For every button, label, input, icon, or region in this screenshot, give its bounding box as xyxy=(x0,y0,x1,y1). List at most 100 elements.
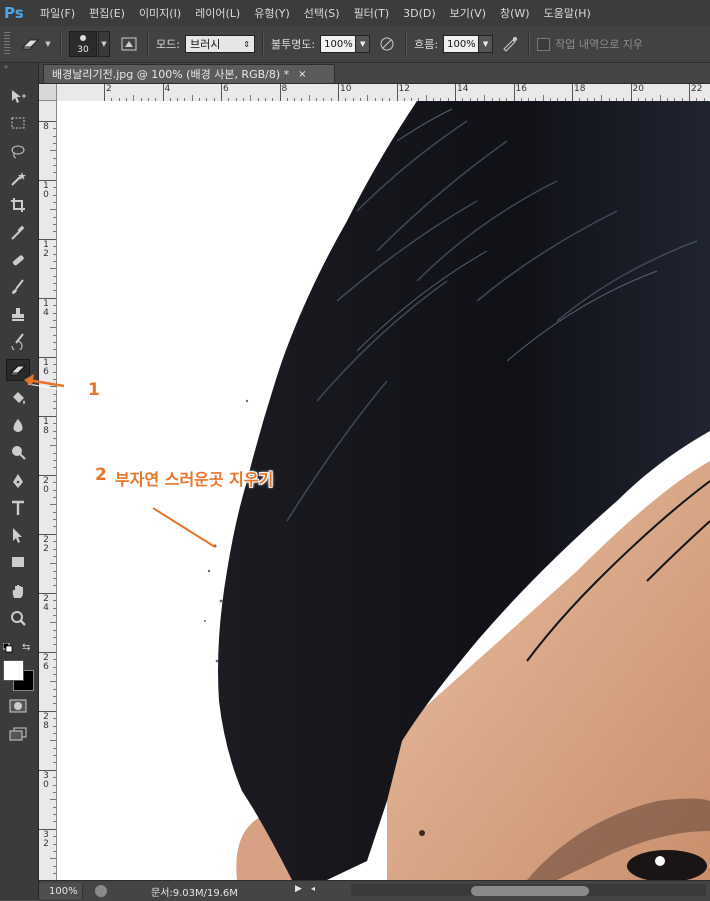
move-icon[interactable] xyxy=(6,85,30,107)
ruler-v-label: 28 xyxy=(43,712,49,731)
annotation-label-2-number: 2 xyxy=(95,465,107,485)
menu-help[interactable]: 도움말(H) xyxy=(544,5,591,21)
menu-view[interactable]: 보기(V) xyxy=(450,5,486,21)
document-tab[interactable]: 배경날리기전.jpg @ 100% (배경 사본, RGB/8) * × xyxy=(43,64,335,83)
ruler-v-label: 24 xyxy=(43,594,49,613)
menu-type[interactable]: 유형(Y) xyxy=(254,5,290,21)
horizontal-ruler[interactable]: 2 4 6 8 10 12 14 16 18 20 22 xyxy=(57,84,710,102)
default-colors-icon[interactable] xyxy=(2,642,13,653)
ruler-h-label: 20 xyxy=(632,84,644,94)
document-canvas[interactable]: 2 부자연 스러운곳 지우기 xyxy=(57,101,710,880)
scroll-left-icon[interactable]: ◂ xyxy=(311,884,315,893)
ruler-v-label: 10 xyxy=(43,181,49,200)
opacity-label: 불투명도: xyxy=(270,38,316,51)
ruler-h-tick xyxy=(630,84,632,101)
document-tab-bar: 배경날리기전.jpg @ 100% (배경 사본, RGB/8) * × xyxy=(39,63,710,84)
ruler-h-tick xyxy=(396,84,398,101)
menu-edit[interactable]: 편집(E) xyxy=(89,5,125,21)
document-size-info: 문서:9.03M/19.6M xyxy=(151,887,238,899)
ruler-h-label: 6 xyxy=(223,84,229,94)
menu-bar: Ps 파일(F) 편집(E) 이미지(I) 레이어(L) 유형(Y) 선택(S)… xyxy=(0,0,710,26)
horizontal-scrollbar[interactable] xyxy=(351,884,706,896)
airbrush-icon[interactable] xyxy=(499,33,521,55)
ruler-h-tick xyxy=(513,84,515,101)
flow-slider-button[interactable]: ▼ xyxy=(479,35,494,53)
pen-icon[interactable] xyxy=(6,470,30,492)
history-brush-icon[interactable] xyxy=(6,330,30,352)
status-info-icon[interactable] xyxy=(95,885,107,897)
magic-wand-icon[interactable] xyxy=(6,167,30,189)
rectangle-icon[interactable] xyxy=(6,551,30,573)
photoshop-logo: Ps xyxy=(4,4,24,22)
annotation-arrow-1 xyxy=(24,374,65,391)
ruler-h-label: 2 xyxy=(106,84,112,94)
brush-icon[interactable] xyxy=(6,276,30,298)
menu-file[interactable]: 파일(F) xyxy=(40,5,75,21)
toolbox: » ⇆ xyxy=(0,63,39,900)
ruler-v-label: 20 xyxy=(43,476,49,495)
flow-field[interactable]: 100% xyxy=(443,35,480,53)
zoom-level-field[interactable]: 100% xyxy=(39,883,83,899)
ruler-h-tick xyxy=(338,84,339,101)
chevron-updown-icon: ⇕ xyxy=(243,39,250,49)
ruler-v-label: 8 xyxy=(43,122,49,132)
zoom-icon[interactable] xyxy=(6,607,30,629)
crop-icon[interactable] xyxy=(6,194,30,216)
marquee-icon[interactable] xyxy=(6,112,30,134)
ruler-h-tick xyxy=(221,84,222,101)
menu-window[interactable]: 창(W) xyxy=(500,5,530,21)
brush-size-value: 30 xyxy=(77,45,89,55)
brush-panel-icon[interactable] xyxy=(118,33,140,55)
ruler-h-label: 22 xyxy=(691,84,703,94)
clone-stamp-icon[interactable] xyxy=(6,303,30,325)
menu-layer[interactable]: 레이어(L) xyxy=(195,5,240,21)
menu-3d[interactable]: 3D(D) xyxy=(403,7,436,20)
document-tab-title: 배경날리기전.jpg @ 100% (배경 사본, RGB/8) * xyxy=(52,68,290,81)
vertical-ruler[interactable]: 8101214161820222426283032 xyxy=(39,101,57,882)
menu-image[interactable]: 이미지(I) xyxy=(139,5,181,21)
mode-label: 모드: xyxy=(156,38,180,51)
ruler-v-label: 30 xyxy=(43,771,49,790)
options-bar: ▼ 30 ▼ 모드: 브러시 ⇕ 불투명도: 100% ▼ 흐름: 100% ▼… xyxy=(0,26,710,63)
opacity-slider-button[interactable]: ▼ xyxy=(356,35,371,53)
ruler-v-label: 32 xyxy=(43,830,49,849)
quick-mask-icon[interactable] xyxy=(9,698,27,717)
healing-brush-icon[interactable] xyxy=(6,249,30,271)
foreground-color-swatch[interactable] xyxy=(3,660,24,681)
brush-picker-arrow[interactable]: ▼ xyxy=(98,31,110,57)
menu-filter[interactable]: 필터(T) xyxy=(354,5,390,21)
pressure-opacity-icon[interactable] xyxy=(376,33,398,55)
ruler-h-label: 12 xyxy=(398,84,410,94)
horizontal-scroll-thumb[interactable] xyxy=(471,886,589,896)
ruler-h-tick xyxy=(572,84,573,101)
ruler-h-label: 8 xyxy=(281,84,288,94)
ruler-v-label: 12 xyxy=(43,240,49,259)
brush-size-preview[interactable]: 30 xyxy=(69,31,97,57)
path-selection-icon[interactable] xyxy=(6,524,30,546)
ruler-h-label: 14 xyxy=(457,84,469,94)
mode-dropdown[interactable]: 브러시 ⇕ xyxy=(184,35,255,53)
ruler-h-label: 4 xyxy=(164,84,171,94)
screen-mode-icon[interactable] xyxy=(9,726,27,745)
ruler-h-tick xyxy=(689,84,690,101)
lasso-icon[interactable] xyxy=(6,140,30,162)
toolbox-collapse-icon[interactable]: » xyxy=(0,63,38,73)
opacity-field[interactable]: 100% xyxy=(320,35,357,53)
hand-icon[interactable] xyxy=(6,580,30,602)
preset-picker-arrow[interactable]: ▼ xyxy=(43,32,53,56)
eraser-preset-icon[interactable] xyxy=(20,33,42,55)
erase-history-checkbox[interactable] xyxy=(537,37,551,51)
type-icon[interactable] xyxy=(6,497,30,519)
status-menu-arrow-icon[interactable]: ▶ xyxy=(295,884,302,894)
blur-icon[interactable] xyxy=(6,414,30,436)
ruler-origin[interactable] xyxy=(39,84,57,101)
ruler-h-label: 16 xyxy=(515,84,527,94)
swap-colors-icon[interactable]: ⇆ xyxy=(22,642,30,653)
ruler-h-label: 10 xyxy=(340,84,352,94)
options-grip[interactable] xyxy=(4,32,10,56)
menu-select[interactable]: 선택(S) xyxy=(304,5,340,21)
dodge-icon[interactable] xyxy=(6,441,30,463)
close-tab-icon[interactable]: × xyxy=(298,69,306,80)
status-bar: 100% 문서:9.03M/19.6M ▶ ◂ xyxy=(39,880,710,901)
eyedropper-icon[interactable] xyxy=(6,221,30,243)
